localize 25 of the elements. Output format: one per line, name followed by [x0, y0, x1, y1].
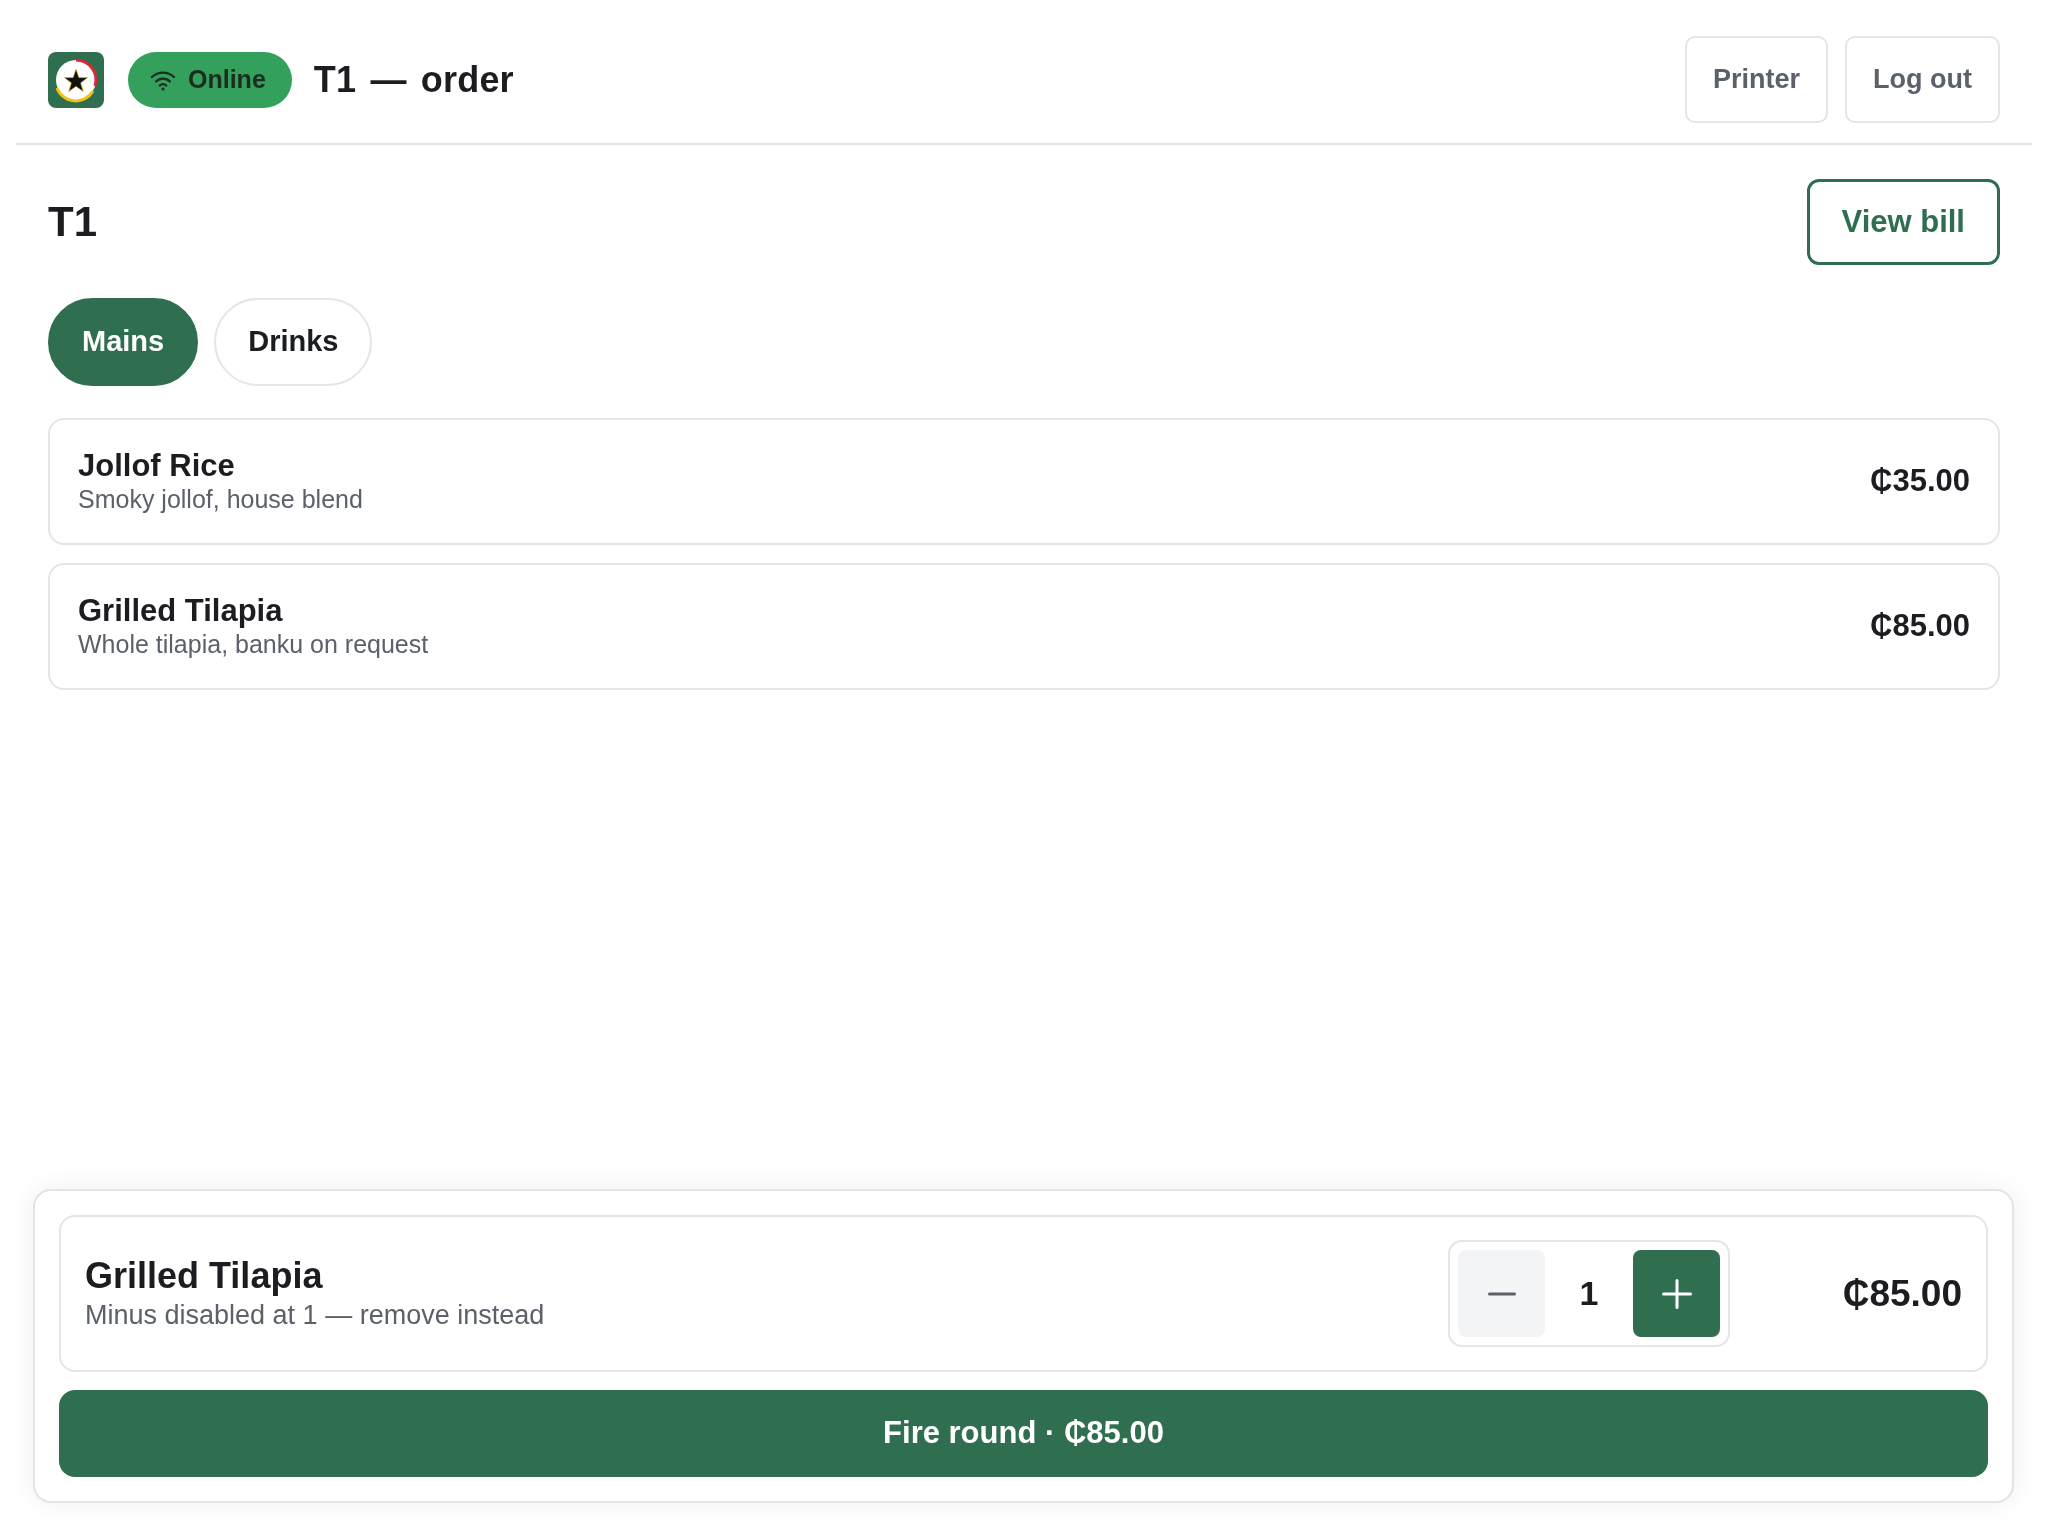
order-line-price: ₵85.00: [1841, 1271, 1962, 1316]
item-name: Jollof Rice: [78, 448, 236, 484]
star-emblem-icon: [48, 51, 104, 108]
quantity-value: 1: [1578, 1273, 1600, 1314]
order-line-note: Minus disabled at 1 — remove instead: [85, 1298, 545, 1332]
page-title: T1 — order: [313, 57, 514, 102]
item-description: Smoky jollof, house blend: [78, 483, 363, 515]
item-name: Grilled Tilapia: [78, 593, 284, 629]
minus-icon: [1487, 1291, 1516, 1296]
increase-button[interactable]: [1633, 1250, 1720, 1337]
category-tab[interactable]: Drinks: [214, 298, 373, 386]
status-label: Online: [188, 63, 266, 95]
fire-round-button[interactable]: Fire round · ₵85.00: [59, 1390, 1988, 1477]
menu-item-card[interactable]: Grilled Tilapia Whole tilapia, banku on request ₵85.00: [48, 563, 2000, 690]
item-price: ₵35.00: [1870, 462, 1970, 501]
category-tab[interactable]: Mains: [48, 298, 199, 386]
logout-button[interactable]: Log out: [1845, 36, 2000, 123]
plus-icon: [1661, 1278, 1692, 1309]
printer-button[interactable]: Printer: [1685, 36, 1829, 123]
item-description: Whole tilapia, banku on request: [78, 628, 429, 660]
table-heading: T1: [48, 196, 97, 247]
view-bill-button[interactable]: View bill: [1806, 179, 2000, 265]
item-price: ₵85.00: [1870, 607, 1970, 646]
menu-item-card[interactable]: Jollof Rice Smoky jollof, house blend ₵35.00: [48, 418, 2000, 545]
order-line-name: Grilled Tilapia: [85, 1254, 324, 1298]
